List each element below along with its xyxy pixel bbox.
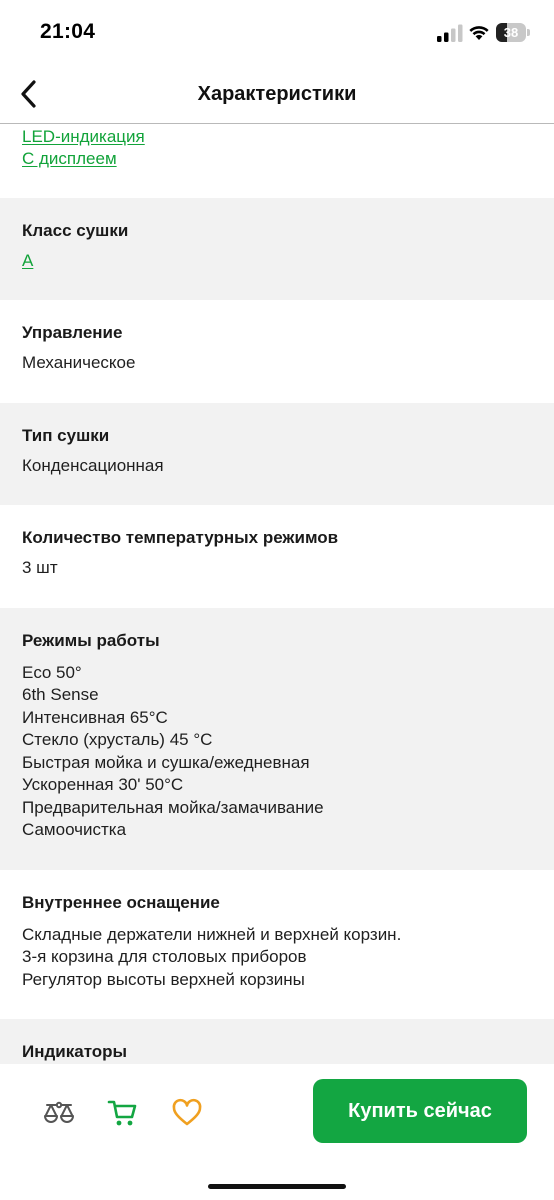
- spec-value: 6th Sense: [22, 685, 99, 704]
- cart-icon: [107, 1100, 137, 1126]
- status-bar: 21:04 38: [0, 0, 554, 66]
- nav-bar: Характеристики: [0, 66, 554, 124]
- page-title: Характеристики: [197, 83, 357, 105]
- spec-section-control: Управление Механическое: [0, 300, 554, 403]
- battery-level: 38: [503, 25, 519, 40]
- cart-button[interactable]: [106, 1096, 140, 1130]
- spec-title: Тип сушки: [22, 425, 110, 445]
- spec-value: Стекло (хрусталь) 45 °C: [22, 730, 213, 749]
- spec-value: Eco 50°: [22, 662, 82, 682]
- spec-value: Самоочистка: [22, 820, 127, 839]
- spec-value: Быстрая мойка и сушка/ежедневная: [22, 752, 310, 772]
- spec-section-interior: Внутреннее оснащение Складные держатели …: [0, 870, 554, 1020]
- spec-title: Индикаторы: [22, 1042, 128, 1061]
- battery-cap: [527, 29, 530, 36]
- spec-value: Конденсационная: [22, 455, 164, 475]
- spec-title: Внутреннее оснащение: [22, 892, 220, 912]
- spec-value: Ускоренная 30' 50°C: [22, 775, 184, 794]
- heart-icon: [172, 1098, 202, 1126]
- spec-value: Механическое: [22, 353, 136, 372]
- status-time: 21:04: [40, 20, 96, 43]
- spec-section-indicators: Индикаторы: [0, 1019, 554, 1064]
- spec-title: Количество температурных режимов: [22, 528, 339, 547]
- spec-value: Интенсивная 65°C: [22, 707, 168, 727]
- spec-value: Предварительная мойка/замачивание: [22, 797, 324, 817]
- spec-title: Управление: [22, 323, 123, 342]
- feature-links: LED-индикация С дисплеем: [0, 124, 554, 198]
- home-indicator: [208, 1184, 346, 1189]
- spec-section-programs: Режимы работы Eco 50° 6th Sense Интенсив…: [0, 607, 554, 870]
- spec-value: Складные держатели нижней и верхней корз…: [22, 924, 402, 944]
- spec-value: Регулятор высоты верхней корзины: [22, 969, 305, 989]
- buy-now-button[interactable]: Купить сейчас: [313, 1079, 527, 1143]
- bottom-action-bar: Купить сейчас: [0, 1064, 554, 1200]
- battery-icon: 38: [496, 23, 530, 42]
- spec-section-drying-type: Тип сушки Конденсационная: [0, 402, 554, 505]
- spec-value: 3 шт: [22, 558, 58, 577]
- spec-title: Класс сушки: [22, 221, 129, 240]
- compare-scales-icon: [44, 1101, 74, 1123]
- wifi-icon: [469, 26, 489, 40]
- compare-button[interactable]: [42, 1096, 76, 1130]
- spec-value: 3-я корзина для столовых приборов: [22, 947, 307, 966]
- spec-link-drying-class[interactable]: A: [22, 250, 33, 272]
- characteristics-list[interactable]: LED-индикация С дисплеем Класс сушки A У…: [0, 124, 554, 1064]
- favorite-button[interactable]: [170, 1096, 204, 1130]
- feature-link-led[interactable]: LED-индикация: [22, 126, 145, 148]
- spec-section-temperature-modes: Количество температурных режимов 3 шт: [0, 505, 554, 608]
- battery-body: 38: [496, 23, 526, 42]
- feature-link-display[interactable]: С дисплеем: [22, 148, 117, 170]
- spec-section-drying-class: Класс сушки A: [0, 198, 554, 300]
- signal-icon: [437, 24, 463, 42]
- spec-title: Режимы работы: [22, 630, 160, 650]
